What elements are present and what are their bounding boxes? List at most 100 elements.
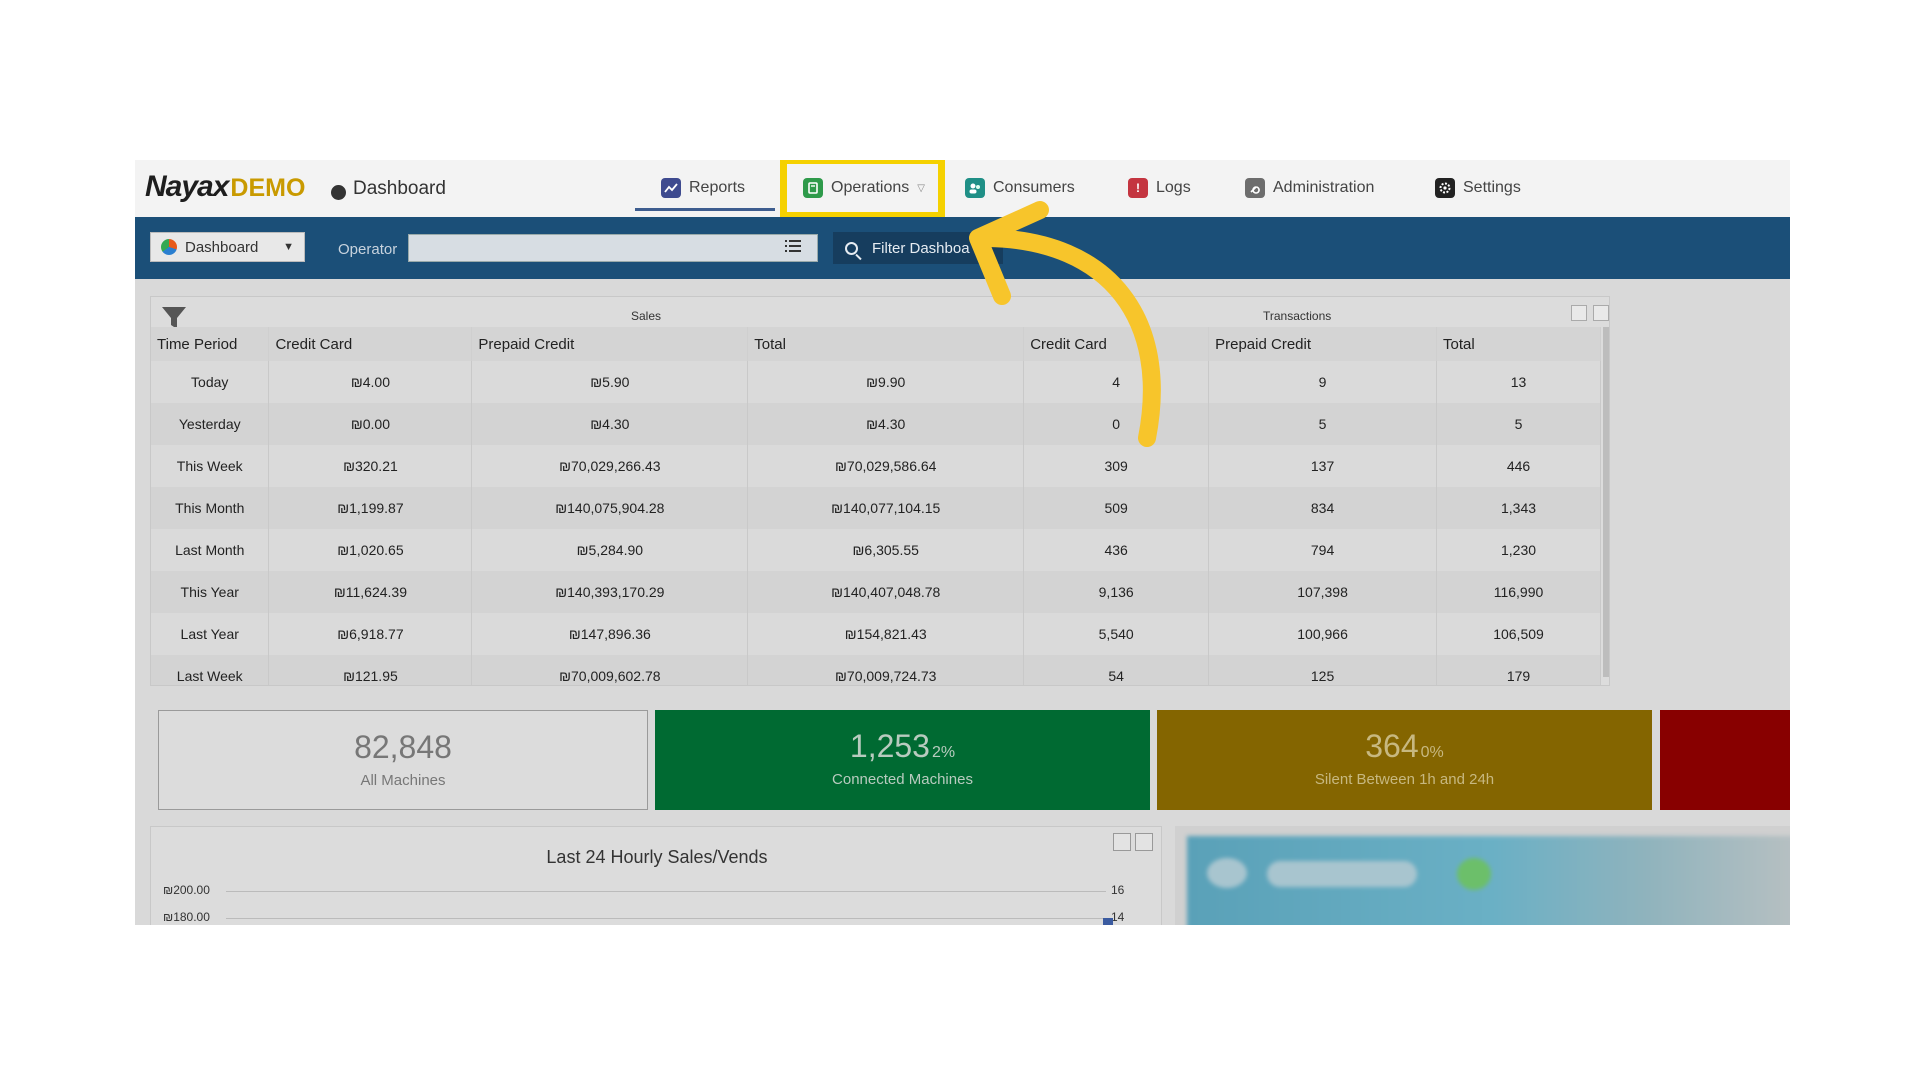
administration-icon [1245,178,1265,198]
dashboard-dot-icon [331,185,346,200]
col-trans-total[interactable]: Total [1436,327,1601,361]
value-cell: 9,136 [1023,571,1210,613]
value-cell: ₪6,305.55 [747,529,1025,571]
table-row[interactable]: Yesterday ₪0.00 ₪4.30 ₪4.30 0 5 5 [151,403,1601,445]
table-row[interactable]: Last Month ₪1,020.65 ₪5,284.90 ₪6,305.55 436… [151,529,1601,571]
y-right-tick: 14 [1111,910,1125,924]
value-cell: ₪9.90 [747,361,1025,403]
image-export-icon[interactable] [1113,833,1131,851]
nayax-logo[interactable]: Nayax DEMO [145,170,305,206]
silent-count: 364 [1365,728,1419,764]
panel-tools [1571,305,1609,321]
value-cell: ₪147,896.36 [471,613,749,655]
value-cell: ₪1,199.87 [268,487,473,529]
map-control [1207,858,1247,888]
filter-bar: Dashboard ▼ Operator Filter Dashboa [135,217,1790,279]
top-header: Nayax DEMO Dashboard Reports Operations … [135,160,1790,219]
value-cell: 107,398 [1208,571,1438,613]
pie-chart-icon [161,239,177,255]
nav-administration[interactable]: Administration [1245,174,1374,202]
hourly-sales-chart-panel: Last 24 Hourly Sales/Vends ₪200.00 ₪180.… [150,826,1162,925]
table-row[interactable]: Last Week ₪121.95 ₪70,009,602.78 ₪70,009,72… [151,655,1601,685]
table-header-row: Time Period Credit Card Prepaid Credit T… [151,327,1601,361]
operator-input[interactable] [408,234,818,262]
gridline [226,918,1106,919]
value-cell: ₪320.21 [268,445,473,487]
all-machines-tile[interactable]: 82,848 All Machines [158,710,648,810]
connected-percent: 2% [931,744,956,761]
col-sales-total[interactable]: Total [747,327,1025,361]
value-cell: 9 [1208,361,1438,403]
connected-label: Connected Machines [832,771,973,788]
settings-icon [1435,178,1455,198]
silent-machines-tile[interactable]: 364 0% Silent Between 1h and 24h [1157,710,1652,810]
value-cell: ₪140,075,904.28 [471,487,749,529]
dashboard-select[interactable]: Dashboard ▼ [150,232,305,262]
time-period-cell: Last Year [151,613,270,655]
col-sales-credit-card[interactable]: Credit Card [268,327,473,361]
value-cell: 446 [1436,445,1601,487]
table-scrollbar[interactable] [1603,327,1609,677]
nav-settings-label: Settings [1463,179,1521,196]
nav-reports[interactable]: Reports [661,174,745,202]
col-trans-credit-card[interactable]: Credit Card [1023,327,1210,361]
nav-settings[interactable]: Settings [1435,174,1521,202]
col-sales-prepaid-credit[interactable]: Prepaid Credit [471,327,749,361]
value-cell: 309 [1023,445,1210,487]
page-title: Dashboard [353,178,446,199]
value-cell: ₪0.00 [268,403,473,445]
filter-dashboard-button[interactable]: Filter Dashboa [833,232,1003,264]
map-view[interactable] [1187,836,1790,925]
table-row[interactable]: This Month ₪1,199.87 ₪140,075,904.28 ₪140,0… [151,487,1601,529]
value-cell: ₪1,020.65 [268,529,473,571]
table-row[interactable]: Last Year ₪6,918.77 ₪147,896.36 ₪154,821.43… [151,613,1601,655]
nav-consumers[interactable]: Consumers [965,174,1075,202]
time-period-cell: This Week [151,445,270,487]
value-cell: 1,230 [1436,529,1601,571]
col-time-period[interactable]: Time Period [151,327,270,361]
offline-machines-tile[interactable] [1660,710,1790,810]
connected-machines-tile[interactable]: 1,253 2% Connected Machines [655,710,1150,810]
value-cell: 13 [1436,361,1601,403]
transactions-group-header: Transactions [1263,309,1332,323]
table-row[interactable]: This Week ₪320.21 ₪70,029,266.43 ₪70,029,58… [151,445,1601,487]
map-panel [1175,826,1790,925]
value-cell: ₪140,407,048.78 [747,571,1025,613]
nav-logs[interactable]: ! Logs [1128,174,1191,202]
nav-consumers-label: Consumers [993,179,1075,196]
map-search-bar [1267,861,1417,887]
connected-count: 1,253 [849,728,930,764]
consumers-icon [965,178,985,198]
value-cell: 137 [1208,445,1438,487]
time-period-cell: Last Month [151,529,270,571]
download-icon[interactable] [1135,833,1153,851]
chart-tools [1113,833,1153,851]
nav-administration-label: Administration [1273,179,1375,196]
time-period-cell: This Month [151,487,270,529]
value-cell: 5 [1436,403,1601,445]
value-cell: 54 [1023,655,1210,685]
col-trans-prepaid-credit[interactable]: Prepaid Credit [1208,327,1438,361]
value-cell: ₪4.30 [747,403,1025,445]
operations-highlight-box [780,160,945,219]
download-icon[interactable] [1593,305,1609,321]
value-cell: ₪121.95 [268,655,473,685]
maximize-icon[interactable] [1571,305,1587,321]
chart-title: Last 24 Hourly Sales/Vends [546,847,768,867]
value-cell: 436 [1023,529,1210,571]
silent-percent: 0% [1420,744,1444,761]
y-left-tick: ₪200.00 [163,883,210,897]
time-period-cell: Today [151,361,270,403]
value-cell: ₪140,393,170.29 [471,571,749,613]
value-cell: ₪5,284.90 [471,529,749,571]
search-icon [845,241,858,255]
table-row[interactable]: Today ₪4.00 ₪5.90 ₪9.90 4 9 13 [151,361,1601,403]
table-row[interactable]: This Year ₪11,624.39 ₪140,393,170.29 ₪140,4… [151,571,1601,613]
list-icon[interactable] [785,239,803,257]
screenshot-frame: Nayax DEMO Dashboard Reports Operations … [135,160,1790,925]
value-cell: 125 [1208,655,1438,685]
time-period-cell: Last Week [151,655,270,685]
chart-bar[interactable] [1103,918,1113,925]
time-period-cell: This Year [151,571,270,613]
value-cell: 100,966 [1208,613,1438,655]
